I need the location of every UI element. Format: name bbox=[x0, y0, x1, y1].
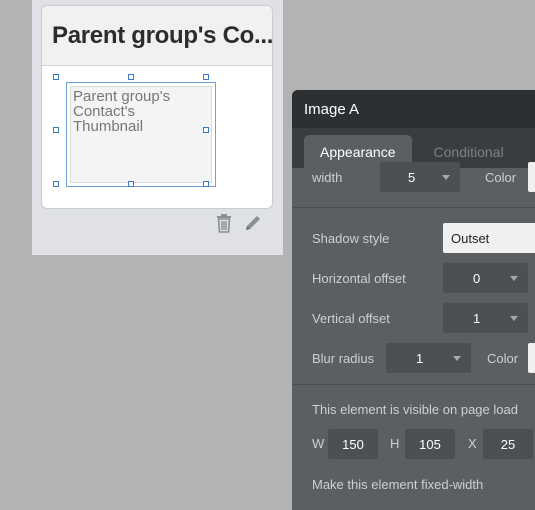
pencil-icon[interactable] bbox=[243, 213, 263, 233]
shadow-color-label: Color bbox=[487, 351, 519, 366]
x-input[interactable]: 25 bbox=[483, 429, 533, 459]
parent-group[interactable]: Parent group's Co... Parent group's Cont… bbox=[41, 5, 273, 209]
border-color-picker[interactable] bbox=[528, 162, 535, 192]
height-value: 105 bbox=[419, 436, 441, 452]
group-header[interactable]: Parent group's Co... bbox=[42, 6, 272, 66]
vertical-offset-label: Vertical offset bbox=[312, 311, 390, 326]
horizontal-offset-dropdown[interactable]: 0 bbox=[443, 263, 528, 293]
chevron-down-icon bbox=[510, 276, 518, 281]
border-width-dropdown[interactable]: 5 bbox=[380, 162, 460, 192]
shadow-style-label: Shadow style bbox=[312, 231, 390, 246]
resize-handle-e[interactable] bbox=[203, 127, 209, 133]
chevron-down-icon bbox=[453, 356, 461, 361]
property-editor-title: Image A bbox=[304, 100, 360, 118]
horizontal-offset-label: Horizontal offset bbox=[312, 271, 406, 286]
width-label: W bbox=[312, 436, 325, 451]
group-title[interactable]: Parent group's Co... bbox=[52, 22, 272, 50]
chevron-down-icon bbox=[510, 316, 518, 321]
resize-handle-sw[interactable] bbox=[53, 181, 59, 187]
shadow-color-picker[interactable] bbox=[528, 343, 535, 373]
resize-handle-s[interactable] bbox=[128, 181, 134, 187]
border-color-label: Color bbox=[485, 170, 517, 185]
shadow-style-dropdown[interactable]: Outset bbox=[443, 223, 535, 253]
image-placeholder-text: Parent group's Contact's Thumbnail bbox=[73, 88, 171, 135]
visible-on-load-label[interactable]: This element is visible on page load bbox=[312, 402, 518, 417]
resize-handle-se[interactable] bbox=[203, 181, 209, 187]
x-label: X bbox=[468, 436, 477, 451]
vertical-offset-dropdown[interactable]: 1 bbox=[443, 303, 528, 333]
height-label: H bbox=[390, 436, 400, 451]
resize-handle-nw[interactable] bbox=[53, 74, 59, 80]
blur-radius-label: Blur radius bbox=[312, 351, 375, 366]
resize-handle-n[interactable] bbox=[128, 74, 134, 80]
trash-icon[interactable] bbox=[215, 213, 235, 233]
height-input[interactable]: 105 bbox=[405, 429, 455, 459]
canvas-area: Parent group's Co... Parent group's Cont… bbox=[32, 0, 283, 255]
resize-handle-w[interactable] bbox=[53, 127, 59, 133]
blur-radius-dropdown[interactable]: 1 bbox=[386, 343, 471, 373]
chevron-down-icon bbox=[442, 175, 450, 180]
blur-radius-value: 1 bbox=[416, 350, 424, 366]
shadow-style-value: Outset bbox=[451, 230, 490, 246]
vertical-offset-value: 1 bbox=[473, 310, 481, 326]
horizontal-offset-value: 0 bbox=[473, 270, 481, 286]
border-width-label: width bbox=[312, 170, 343, 185]
property-editor-titlebar[interactable]: Image A bbox=[292, 90, 535, 128]
image-a-element[interactable]: Parent group's Contact's Thumbnail bbox=[66, 82, 216, 187]
fixed-width-label[interactable]: Make this element fixed-width bbox=[312, 477, 483, 492]
section-divider bbox=[292, 207, 535, 208]
section-divider bbox=[292, 384, 535, 385]
width-value: 150 bbox=[342, 436, 364, 452]
width-input[interactable]: 150 bbox=[328, 429, 378, 459]
border-width-value: 5 bbox=[408, 169, 416, 185]
x-value: 25 bbox=[500, 436, 516, 452]
element-actions bbox=[215, 213, 263, 233]
property-editor: Image A Appearance Conditional T width 5… bbox=[292, 90, 535, 510]
resize-handle-ne[interactable] bbox=[203, 74, 209, 80]
